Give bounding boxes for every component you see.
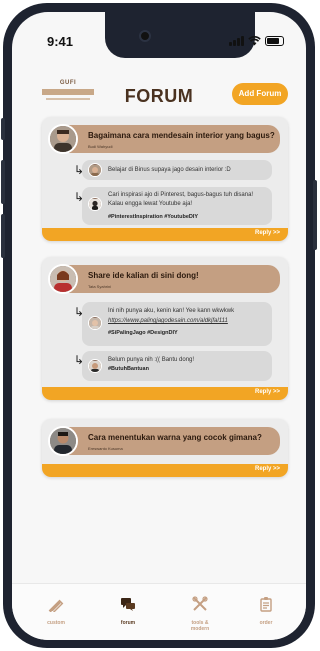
- reply-hashtags: #SiPalingJago #DesignDIY: [108, 330, 178, 336]
- reply-bubble: Belum punya nih :(( Bantu dong! #ButuhBa…: [82, 351, 272, 381]
- avatar: [88, 359, 102, 373]
- avatar: [48, 264, 78, 294]
- question-banner[interactable]: Share ide kalian di sini dong! Tata Syah…: [48, 264, 280, 294]
- camera-icon: [139, 30, 151, 42]
- avatar: [88, 316, 102, 330]
- reply-link[interactable]: Reply >>: [255, 466, 280, 472]
- question-banner[interactable]: Cara menentukan warna yang cocok gimana?…: [48, 426, 280, 456]
- tab-order[interactable]: order: [248, 596, 284, 630]
- volume-down-button: [1, 214, 5, 258]
- clipboard-icon: [260, 597, 272, 612]
- pencil-ruler-icon: [48, 599, 64, 615]
- reply-bar: Reply >>: [42, 228, 288, 241]
- forum-thread[interactable]: Cara menentukan warna yang cocok gimana?…: [42, 419, 288, 477]
- reply-text: Cari inspirasi ajo di Pinterest, bagus-b…: [108, 192, 254, 207]
- reply-bubble: Ini nih punya aku, kenin kan! Yee kann w…: [82, 302, 272, 346]
- battery-icon: [265, 36, 284, 46]
- reply-text: Ini nih punya aku, kenin kan! Yee kann w…: [108, 308, 235, 314]
- question-banner[interactable]: Bagaimana cara mendesain interior yang b…: [48, 124, 280, 154]
- avatar: [88, 197, 102, 211]
- tab-custom[interactable]: custom: [38, 596, 74, 630]
- reply-bar: Reply >>: [42, 464, 288, 477]
- signal-icon: [229, 36, 244, 46]
- question-title: Share ide kalian di sini dong!: [88, 271, 199, 280]
- reply-link-url[interactable]: https://www.palingjagodesain.com/aldkjfa…: [108, 317, 266, 326]
- reply-text: Belum punya nih :(( Bantu dong!: [108, 357, 195, 363]
- question-title: Cara menentukan warna yang cocok gimana?: [88, 433, 262, 442]
- avatar: [48, 124, 78, 154]
- mute-switch: [1, 118, 5, 140]
- avatar: [88, 163, 102, 177]
- tab-label: forum: [120, 620, 136, 626]
- power-button: [313, 180, 317, 250]
- tab-label: tools & modern: [190, 620, 210, 632]
- question-title: Bagaimana cara mendesain interior yang b…: [88, 131, 275, 140]
- avatar: [48, 426, 78, 456]
- reply-bubble: Belajar di Binus supaya jago desain inte…: [82, 160, 272, 180]
- tab-forum[interactable]: forum: [110, 596, 146, 630]
- forum-thread[interactable]: Bagaimana cara mendesain interior yang b…: [42, 117, 288, 241]
- reply-link[interactable]: Reply >>: [255, 230, 280, 236]
- question-author: Tata Syahrini: [88, 284, 112, 289]
- chat-bubbles-icon: [121, 598, 135, 611]
- reply-hashtags: #ButuhBantuan: [108, 366, 149, 372]
- app-screen: 9:41 GUFI FORUM Add Forum Bagaimana cara…: [12, 12, 306, 640]
- tools-icon: [192, 596, 208, 611]
- status-time: 9:41: [47, 34, 74, 49]
- bottom-tab-bar: custom forum tools & modern order: [12, 583, 306, 640]
- tab-label: custom: [47, 620, 65, 626]
- wifi-icon: [248, 36, 261, 46]
- question-author: Ereswanto Kusuma: [88, 446, 123, 451]
- tab-label: order: [259, 620, 273, 626]
- add-forum-button[interactable]: Add Forum: [232, 83, 288, 105]
- status-icons: [229, 36, 284, 46]
- forum-header: GUFI FORUM Add Forum: [12, 78, 306, 112]
- reply-text: Belajar di Binus supaya jago desain inte…: [108, 167, 231, 173]
- reply-link[interactable]: Reply >>: [255, 389, 280, 395]
- tab-tools[interactable]: tools & modern: [182, 596, 218, 632]
- question-author: Budi Wahyudi: [88, 144, 113, 149]
- volume-up-button: [1, 160, 5, 204]
- forum-thread[interactable]: Share ide kalian di sini dong! Tata Syah…: [42, 257, 288, 400]
- notch: [105, 12, 255, 58]
- reply-bubble: Cari inspirasi ajo di Pinterest, bagus-b…: [82, 187, 272, 225]
- reply-bar: Reply >>: [42, 387, 288, 400]
- reply-hashtags: #PinterestInspiration #YoutubeDIY: [108, 214, 199, 220]
